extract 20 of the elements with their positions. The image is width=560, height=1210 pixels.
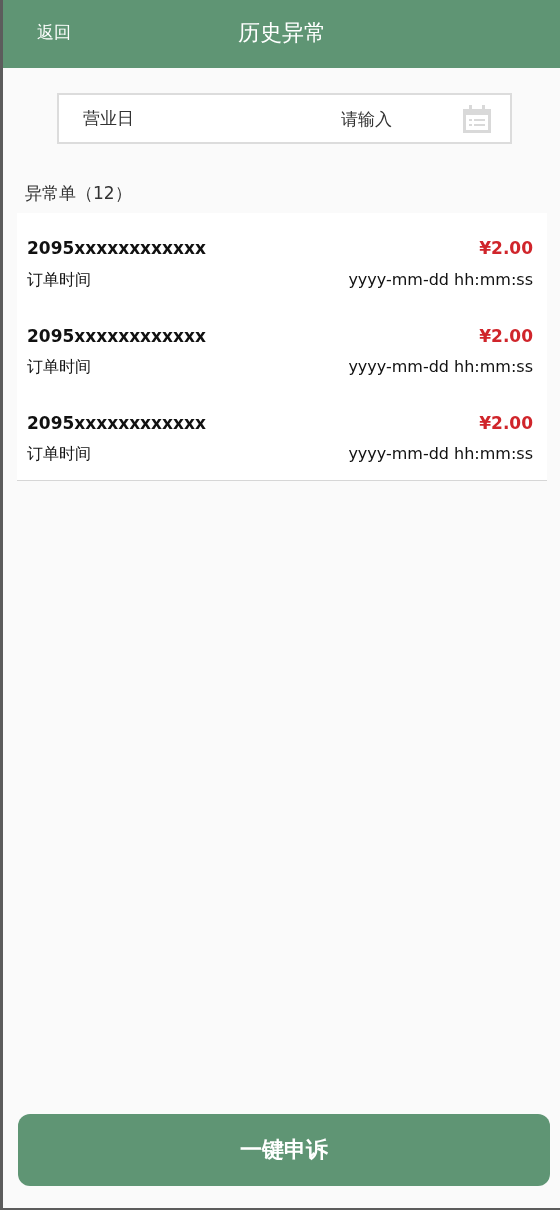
date-input[interactable]: 请输入 [134,107,462,130]
back-link[interactable]: 返回 [37,20,71,44]
time-label: 订单时间 [27,444,92,465]
order-time: yyyy-mm-dd hh:mm:ss [348,357,533,378]
order-time: yyyy-mm-dd hh:mm:ss [348,269,533,291]
time-label: 订单时间 [27,269,92,291]
order-number: 2095xxxxxxxxxxxx [27,326,207,348]
section-title: 异常单（12） [25,182,132,205]
order-number: 2095xxxxxxxxxxxx [27,413,207,435]
calendar-icon[interactable] [462,103,492,134]
field-label: 营业日 [83,107,134,130]
page-title: 历史异常 [237,19,326,47]
appeal-button[interactable]: 一键申诉 [18,1114,550,1186]
time-label: 订单时间 [27,357,92,378]
order-time: yyyy-mm-dd hh:mm:ss [348,444,533,465]
order-amount: ¥2.00 [478,238,533,260]
date-field[interactable]: 营业日 请输入 [57,93,512,144]
order-number: 2095xxxxxxxxxxxx [27,238,207,260]
order-amount: ¥2.00 [478,413,533,435]
order-amount: ¥2.00 [478,326,533,348]
